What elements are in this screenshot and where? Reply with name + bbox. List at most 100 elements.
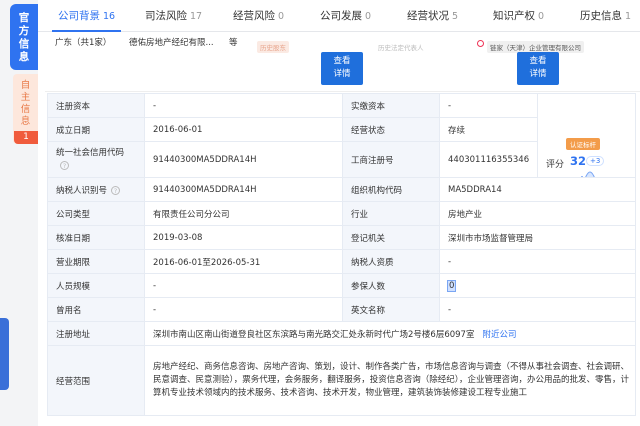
former-name-value: -	[144, 297, 343, 322]
tab-label: 知识产权	[493, 10, 535, 22]
tab-operation-risk[interactable]: 经营风险 0	[233, 0, 284, 32]
tab-label: 经营风险	[233, 10, 275, 22]
table-row: 注册资本 - 实缴资本 - 认证标杆 评分 32 +3	[47, 93, 636, 178]
status-value: 存续	[439, 117, 538, 142]
tab-count: 16	[103, 11, 116, 22]
company-logo-icon	[477, 40, 484, 47]
reg-authority-value: 深圳市市场监督管理局	[439, 225, 636, 250]
industry-label: 行业	[342, 201, 440, 226]
taxpayer-id-value: 91440300MA5DDRA14H	[144, 177, 343, 202]
tab-company-development[interactable]: 公司发展 0	[320, 0, 371, 32]
biz-term-label: 营业期限	[47, 249, 145, 274]
tab-count: 1	[625, 11, 632, 22]
score-value: 32	[570, 153, 587, 168]
more-suffix: 等	[229, 38, 238, 48]
help-icon[interactable]: ?	[60, 160, 69, 170]
tab-count: 0	[278, 11, 285, 22]
staff-size-label: 人员规模	[47, 273, 145, 298]
reg-address-label: 注册地址	[47, 321, 145, 346]
table-row: 纳税人识别号? 91440300MA5DDRA14H 组织机构代码 MA5DDR…	[47, 177, 636, 202]
score-distribution-curve	[581, 170, 595, 177]
help-icon[interactable]: ?	[111, 185, 121, 195]
table-row: 核准日期 2019-03-08 登记机关 深圳市市场监督管理局	[47, 225, 636, 250]
view-details-button[interactable]: 查看详情	[321, 52, 363, 85]
nearby-companies-link[interactable]: 附近公司	[482, 330, 516, 340]
table-row: 人员规模 - 参保人数 0	[47, 273, 636, 298]
self-info-label: 自主信息	[20, 80, 31, 127]
credit-code-value: 91440300MA5DDRA14H	[144, 141, 343, 178]
english-name-value: -	[439, 297, 636, 322]
biz-reg-no-label: 工商注册号	[342, 141, 440, 178]
tab-label: 司法风险	[145, 10, 187, 22]
approval-date-label: 核准日期	[47, 225, 145, 250]
est-date-value: 2016-06-01	[144, 117, 343, 142]
credit-code-label: 统一社会信用代码?	[47, 141, 145, 178]
paid-capital-label: 实缴资本	[342, 93, 440, 118]
english-name-label: 英文名称	[342, 297, 440, 322]
parent-company-link[interactable]: 德佑房地产经纪有限...	[129, 36, 214, 48]
insured-label: 参保人数	[342, 273, 440, 298]
reg-address-value: 深圳市南山区南山街道登良社区东滨路与南光路交汇处永新时代广场2号楼6层6097室	[153, 329, 475, 340]
tab-intellectual-property[interactable]: 知识产权 0	[493, 0, 544, 32]
reg-capital-label: 注册资本	[47, 93, 145, 118]
est-date-label: 成立日期	[47, 117, 145, 142]
taxpayer-id-label-text: 纳税人识别号	[56, 185, 108, 196]
credit-code-label-text: 统一社会信用代码	[56, 147, 125, 158]
org-code-value: MA5DDRA14	[439, 177, 636, 202]
biz-scope-value: 房地产经纪、商务信息咨询、房地产咨询、策划，设计、制作各类广告，市场信息咨询与调…	[144, 345, 636, 416]
score-badge: 认证标杆	[566, 137, 600, 150]
tab-label: 公司发展	[320, 10, 362, 22]
business-info-table: 注册资本 - 实缴资本 - 认证标杆 评分 32 +3 成立日期 2016-06…	[47, 93, 636, 416]
org-code-label: 组织机构代码	[342, 177, 440, 202]
tab-label: 经营状况	[407, 10, 449, 22]
approval-date-value: 2019-03-08	[144, 225, 343, 250]
taxpayer-qual-value: -	[439, 249, 636, 274]
company-type-label: 公司类型	[47, 201, 145, 226]
tab-judicial-risk[interactable]: 司法风险 17	[145, 0, 202, 32]
tab-label: 历史信息	[580, 10, 622, 22]
tab-history-info[interactable]: 历史信息 1	[580, 0, 631, 32]
tab-company-background[interactable]: 公司背景 16	[51, 0, 122, 32]
reg-authority-label: 登记机关	[342, 225, 440, 250]
insured-value: 0	[446, 279, 457, 292]
reg-address-cell: 深圳市南山区南山街道登良社区东滨路与南光路交汇处永新时代广场2号楼6层6097室…	[144, 321, 636, 346]
table-row: 营业期限 2016-06-01至2026-05-31 纳税人资质 -	[47, 249, 636, 274]
table-row: 曾用名 - 英文名称 -	[47, 297, 636, 322]
official-info-tab[interactable]: 官方信息	[10, 4, 38, 70]
tab-operation-status[interactable]: 经营状况 5	[407, 0, 458, 32]
history-legal-rep-tag: 历史法定代表人	[378, 44, 424, 52]
company-type-value: 有限责任公司分公司	[144, 201, 343, 226]
tab-count: 17	[190, 11, 203, 22]
paid-capital-value: -	[439, 93, 538, 118]
official-info-label: 官方信息	[18, 12, 30, 63]
view-details-label: 查看详情	[529, 56, 547, 79]
biz-reg-no-value: 440301116355346	[439, 141, 538, 178]
view-details-label: 查看详情	[333, 56, 351, 79]
tab-label: 公司背景	[58, 10, 100, 22]
score-delta: +3	[586, 155, 605, 166]
former-name-label: 曾用名	[47, 297, 145, 322]
table-row: 经营范围 房地产经纪、商务信息咨询、房地产咨询、策划，设计、制作各类广告，市场信…	[47, 345, 636, 416]
biz-term-value: 2016-06-01至2026-05-31	[144, 249, 343, 274]
view-details-button-2[interactable]: 查看详情	[517, 52, 559, 85]
section-tabs: 公司背景 16 司法风险 17 经营风险 0 公司发展 0 经营状况 5 知识产权 0 历史…	[38, 0, 640, 32]
score-widget[interactable]: 认证标杆 评分 32 +3	[537, 93, 636, 178]
relation-strip: 广东（共1家） 德佑房地产经纪有限... 等 历史股东 历史法定代表人 链家（天…	[45, 32, 640, 92]
branch-region: 广东（共1家）	[55, 38, 112, 48]
side-edge-handle[interactable]	[0, 318, 9, 390]
left-rail: 官方信息 自主信息 1	[0, 0, 38, 426]
status-label: 经营状态	[342, 117, 440, 142]
tab-count: 0	[538, 11, 545, 22]
table-row: 注册地址 深圳市南山区南山街道登良社区东滨路与南光路交汇处永新时代广场2号楼6层…	[47, 321, 636, 346]
taxpayer-id-label: 纳税人识别号?	[47, 177, 145, 202]
taxpayer-qual-label: 纳税人资质	[342, 249, 440, 274]
insured-cell: 0	[439, 273, 636, 298]
tab-count: 0	[365, 11, 372, 22]
tab-count: 5	[452, 11, 459, 22]
industry-value: 房地产业	[439, 201, 636, 226]
self-info-badge: 1	[14, 131, 38, 144]
table-row: 公司类型 有限责任公司分公司 行业 房地产业	[47, 201, 636, 226]
history-shareholder-tag: 历史股东	[257, 41, 289, 53]
biz-scope-label: 经营范围	[47, 345, 145, 416]
reg-capital-value: -	[144, 93, 343, 118]
